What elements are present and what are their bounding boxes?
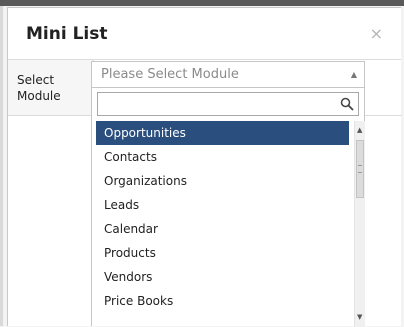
modal-title: Mini List (26, 24, 108, 44)
module-option-opportunities[interactable]: Opportunities (96, 121, 349, 145)
module-option-calendar[interactable]: Calendar (96, 217, 349, 241)
module-dropdown: Opportunities Contacts Organizations Lea… (91, 87, 365, 327)
dropdown-scrollbar[interactable]: ▲ ▼ (354, 121, 365, 327)
dropdown-search-input[interactable] (97, 92, 359, 116)
scrollbar-thumb[interactable] (356, 140, 364, 198)
module-select[interactable]: Please Select Module ▲ (91, 61, 365, 87)
module-option-contacts[interactable]: Contacts (96, 145, 349, 169)
module-select-placeholder: Please Select Module (101, 67, 239, 82)
search-icon[interactable] (340, 97, 354, 111)
window-top-bar (0, 0, 404, 6)
module-option-leads[interactable]: Leads (96, 193, 349, 217)
module-option-products[interactable]: Products (96, 241, 349, 265)
module-options-list: Opportunities Contacts Organizations Lea… (96, 121, 349, 313)
scroll-down-icon[interactable]: ▼ (357, 313, 362, 321)
module-option-organizations[interactable]: Organizations (96, 169, 349, 193)
chevron-up-icon[interactable]: ▲ (351, 70, 357, 79)
background-edge (0, 6, 3, 326)
close-icon[interactable]: × (370, 24, 383, 43)
module-option-vendors[interactable]: Vendors (96, 265, 349, 289)
modal-header: Mini List × (8, 8, 401, 60)
select-module-label: Select Module (17, 73, 61, 103)
select-module-label-cell: Select Module (8, 60, 94, 116)
module-option-price-books[interactable]: Price Books (96, 289, 349, 313)
scroll-up-icon[interactable]: ▲ (357, 126, 362, 134)
scrollbar-grip-icon (358, 165, 362, 173)
